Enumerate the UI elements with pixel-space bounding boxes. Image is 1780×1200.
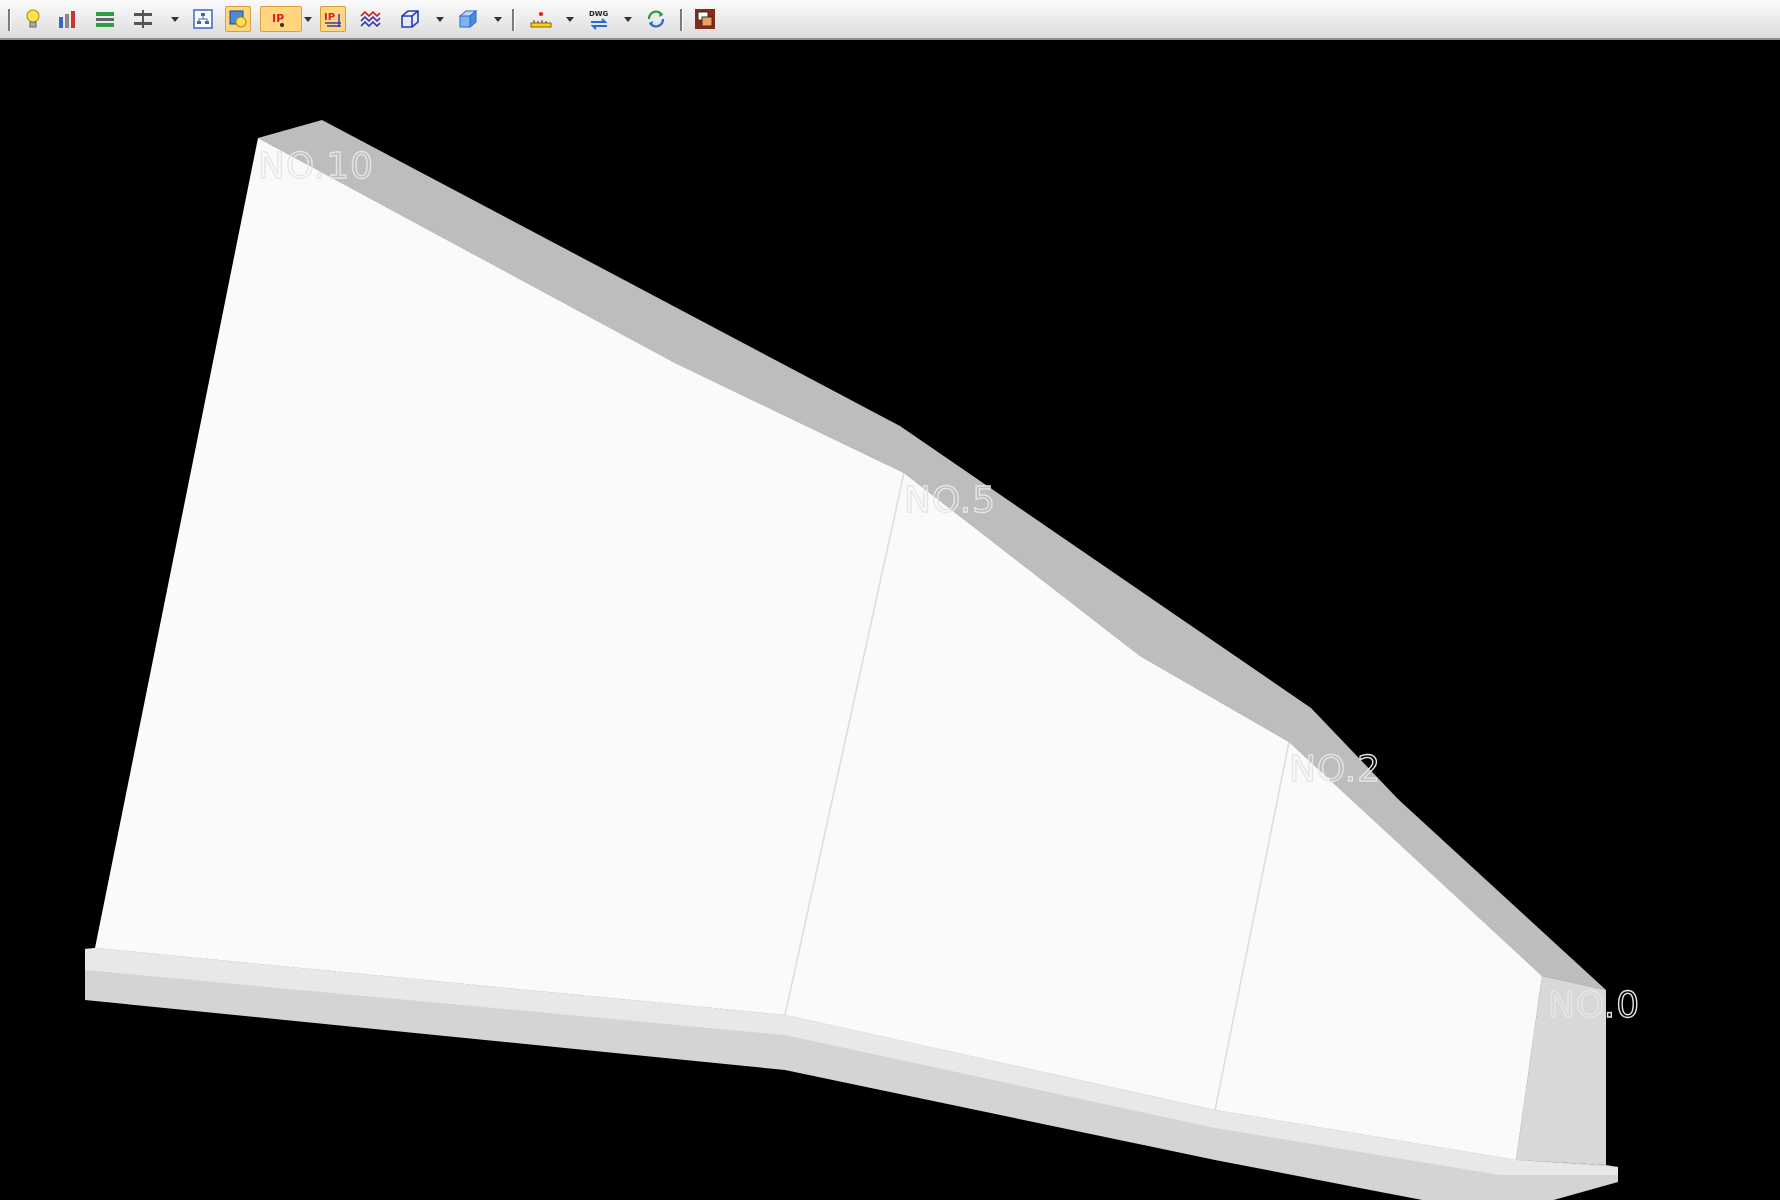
align-horizontal-icon	[96, 12, 114, 27]
cube-shaded-button[interactable]	[455, 6, 481, 32]
tools-button[interactable]	[54, 6, 80, 32]
split-horizontal-icon	[134, 10, 152, 28]
dwg-export-icon: DWG	[589, 10, 609, 30]
ip-point-button[interactable]: IP	[260, 6, 302, 32]
toolbar-separator	[680, 9, 683, 31]
svg-text:IP: IP	[324, 12, 335, 23]
refresh-swap-button[interactable]	[643, 6, 669, 32]
3d-viewport[interactable]: NO.10 NO.5 NO.2 NO.0	[0, 40, 1780, 1200]
split-horizontal-button[interactable]	[130, 6, 156, 32]
cascade-windows-button[interactable]	[692, 6, 718, 32]
refresh-swap-icon	[647, 10, 665, 28]
cube-shaded-icon	[458, 9, 478, 29]
ruler-dropdown-arrow[interactable]	[566, 17, 574, 22]
toolbar-separator	[512, 9, 515, 31]
ip-layers-icon: IP	[324, 12, 341, 27]
structure-tree-button[interactable]	[190, 6, 216, 32]
toolbar-separator	[8, 9, 11, 31]
cube-outline-icon	[401, 10, 419, 28]
cube-outline-button[interactable]	[397, 6, 423, 32]
dwg-export-button[interactable]: DWG	[586, 6, 612, 32]
cube-outline-dropdown-arrow[interactable]	[436, 17, 444, 22]
node-label-no10: NO.10	[258, 146, 374, 187]
cube-shaded-dropdown-arrow[interactable]	[494, 17, 502, 22]
svg-text:DWG: DWG	[589, 10, 609, 18]
wave-button[interactable]	[357, 6, 383, 32]
display-settings-button[interactable]	[225, 6, 251, 32]
ruler-button[interactable]	[528, 6, 554, 32]
lightbulb-button[interactable]	[20, 6, 46, 32]
ruler-icon	[530, 12, 552, 28]
display-settings-icon	[229, 10, 247, 28]
ip-layers-button[interactable]: IP	[320, 6, 346, 32]
dwg-dropdown-arrow[interactable]	[624, 17, 632, 22]
ip-point-icon: IP	[272, 12, 284, 27]
3d-model-scene[interactable]: NO.10 NO.5 NO.2 NO.0	[0, 40, 1780, 1200]
node-label-no2: NO.2	[1289, 749, 1381, 790]
wave-icon	[360, 10, 381, 28]
node-label-no0: NO.0	[1548, 985, 1640, 1026]
tools-icon	[59, 11, 75, 28]
structure-tree-icon	[193, 9, 213, 29]
toolbar: IP IP DWG	[0, 0, 1780, 40]
align-horizontal-button[interactable]	[92, 6, 118, 32]
ip-point-dropdown-arrow[interactable]	[304, 17, 312, 22]
lightbulb-icon	[26, 9, 40, 28]
cascade-windows-icon	[695, 9, 715, 29]
node-label-no5: NO.5	[904, 480, 996, 521]
split-dropdown-arrow[interactable]	[171, 17, 179, 22]
